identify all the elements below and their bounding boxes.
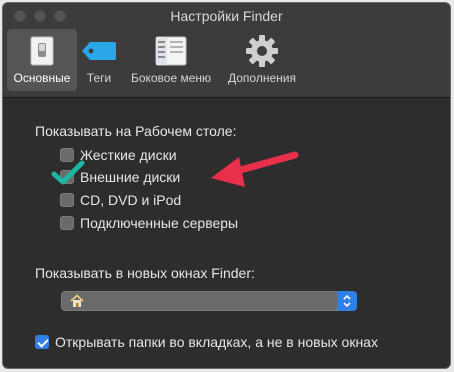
open-in-tabs-checkbox[interactable] — [35, 335, 49, 349]
annotation-arrow-icon — [211, 151, 299, 187]
new-window-section-label: Показывать в новых окнах Finder: — [35, 265, 255, 281]
tab-advanced-label: Дополнения — [228, 71, 296, 85]
open-in-tabs-option[interactable]: Открывать папки во вкладках, а не в новы… — [35, 334, 378, 350]
tab-general[interactable]: Основные — [7, 29, 77, 91]
connected-servers-checkbox[interactable] — [60, 216, 74, 230]
window-title: Настройки Finder — [170, 8, 283, 24]
connected-servers-label: Подключенные серверы — [80, 215, 239, 231]
tab-advanced[interactable]: Дополнения — [221, 29, 303, 91]
external-disks-label: Внешние диски — [80, 169, 181, 185]
hard-disks-label: Жесткие диски — [80, 147, 177, 163]
title-bar: Настройки Finder Основные Теги Боковое м… — [3, 3, 450, 98]
chevron-updown-icon — [337, 291, 357, 311]
annotation-checkmark-icon — [51, 160, 85, 185]
open-in-tabs-label: Открывать папки во вкладках, а не в новы… — [55, 334, 378, 350]
connected-servers-option[interactable]: Подключенные серверы — [60, 215, 238, 231]
tab-sidebar[interactable]: Боковое меню — [121, 29, 221, 91]
toolbar-tabs: Основные Теги Боковое меню Дополнения — [7, 29, 303, 91]
sidebar-icon — [155, 33, 187, 69]
cd-dvd-ipod-option[interactable]: CD, DVD и iPod — [60, 192, 181, 208]
gear-icon — [245, 33, 279, 69]
tab-sidebar-label: Боковое меню — [130, 71, 212, 85]
tag-icon — [80, 33, 118, 69]
cd-dvd-ipod-label: CD, DVD и iPod — [80, 192, 182, 208]
finder-preferences-window: Настройки Finder Основные Теги Боковое м… — [2, 2, 451, 369]
desktop-section-label: Показывать на Рабочем столе: — [35, 123, 237, 139]
new-window-target-select[interactable] — [61, 291, 357, 311]
tab-tags[interactable]: Теги — [77, 29, 121, 91]
tab-tags-label: Теги — [86, 71, 112, 85]
home-icon — [70, 294, 84, 311]
general-switch-icon — [28, 33, 56, 69]
tab-general-label: Основные — [13, 71, 71, 85]
cd-dvd-ipod-checkbox[interactable] — [60, 193, 74, 207]
